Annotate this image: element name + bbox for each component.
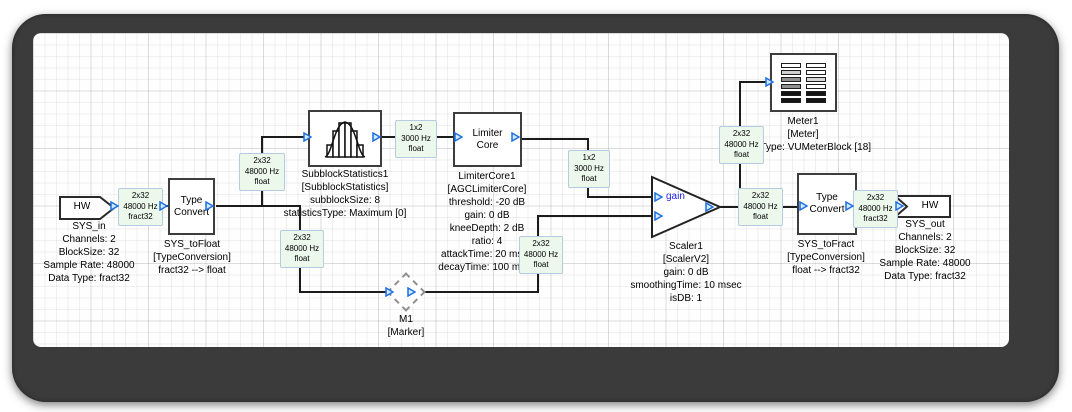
wire-to-scaler-signal-in[interactable] — [537, 215, 656, 217]
wire-typeconvert-out[interactable] — [216, 205, 301, 207]
marker-output-pin[interactable] — [407, 287, 416, 297]
wire-label-marker-out[interactable]: 2x32 48000 Hz float — [519, 236, 563, 274]
marker-label: M1 [Marker] — [387, 314, 425, 338]
wire-label-limiter-out[interactable]: 1x2 3000 Hz float — [568, 150, 610, 188]
type-convert-2-output-pin[interactable] — [845, 201, 854, 211]
type-convert-2-title-line2: Convert — [809, 204, 845, 215]
wire-marker-out[interactable] — [421, 291, 539, 293]
wire-label-meter-in[interactable]: 2x32 48000 Hz float — [719, 126, 764, 164]
wire-to-marker-in[interactable] — [299, 291, 393, 293]
scaler-label: Scaler1 [ScalerV2] gain: 0 dB smoothingTime… — [630, 241, 742, 304]
limiter-core-title-line2: Core — [476, 139, 499, 151]
type-convert-1-title-line2: Convert — [173, 206, 209, 218]
type-convert-2-input-pin[interactable] — [799, 201, 808, 211]
subblock-output-pin[interactable] — [372, 132, 381, 142]
wire-label-scaler-out[interactable]: 2x32 48000 Hz float — [738, 188, 783, 226]
subblock-input-pin[interactable] — [303, 132, 312, 142]
sys-out-input-pin[interactable] — [895, 201, 904, 211]
type-convert-1-output-pin[interactable] — [205, 201, 214, 211]
subblock-statistics-label: SubblockStatistics1 [SubblockStatistics] s… — [283, 169, 407, 219]
meter-input-pin[interactable] — [765, 77, 774, 87]
wire-to-scaler-gain-in[interactable] — [587, 196, 656, 198]
limiter-core-title-line1: Limiter — [472, 127, 503, 139]
histogram-icon — [324, 120, 366, 158]
sys-in-label: SYS_in Channels: 2 BlockSize: 32 Sample Rat… — [43, 221, 135, 284]
wire-label-sys-in-out[interactable]: 2x32 48000 Hz fract32 — [118, 188, 163, 226]
marker-input-pin[interactable] — [385, 287, 394, 297]
subblock-statistics-block[interactable] — [308, 110, 382, 167]
sys-out-label: SYS_out Channels: 2 BlockSize: 32 Sample Ra… — [879, 219, 971, 282]
wire-label-subblock-out[interactable]: 1x2 3000 Hz float — [395, 120, 437, 158]
wire-to-subblock-in[interactable] — [261, 136, 308, 138]
meter-block[interactable] — [770, 53, 837, 112]
limiter-input-pin[interactable] — [454, 132, 463, 142]
vu-meter-icon — [781, 62, 826, 103]
wire-limiter-out[interactable] — [522, 138, 588, 140]
wire-label-typeconvert2-out[interactable]: 2x32 48000 Hz fract32 — [853, 190, 898, 228]
type-convert-1-title-line1: Type — [180, 194, 203, 206]
scaler-gain-input-pin[interactable] — [654, 192, 663, 202]
scaler-signal-input-pin[interactable] — [654, 211, 663, 221]
wire-label-typeconvert-upper[interactable]: 2x32 48000 Hz float — [239, 153, 285, 191]
scaler-output-pin[interactable] — [705, 202, 714, 212]
sys-in-title: HW — [73, 201, 91, 212]
wire-label-typeconvert-lower[interactable]: 2x32 48000 Hz float — [280, 230, 324, 268]
type-convert-2-title-line1: Type — [816, 192, 838, 203]
limiter-output-pin[interactable] — [511, 132, 520, 142]
scaler-gain-pin-label: gain — [666, 191, 685, 202]
type-convert-1-input-pin[interactable] — [159, 201, 168, 211]
sys-tofloat-label: SYS_toFloat [TypeConversion] fract32 --> f… — [153, 239, 231, 276]
designer-canvas[interactable]: SYS_in Channels: 2 BlockSize: 32 Sample Rat… — [33, 33, 1009, 347]
sys-in-output-pin[interactable] — [110, 201, 119, 211]
sys-out-title: HW — [921, 200, 939, 211]
